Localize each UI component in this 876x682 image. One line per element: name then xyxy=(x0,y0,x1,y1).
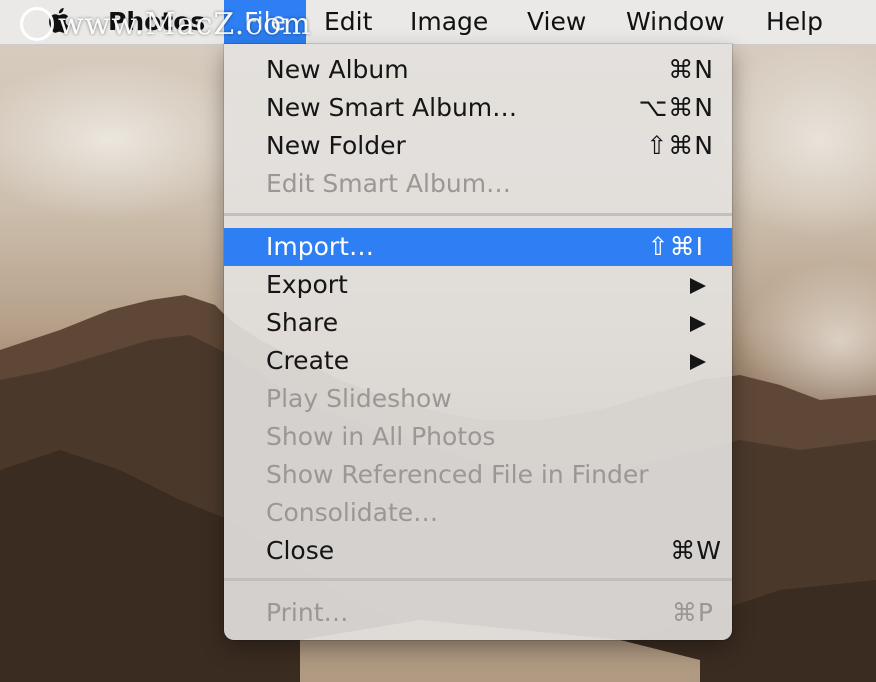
menubar-item-image[interactable]: Image xyxy=(410,0,488,44)
menubar-item-file[interactable]: File xyxy=(224,0,306,44)
menu-item-label: Print… xyxy=(266,598,349,627)
menu-item-show-in-all-photos: Show in All Photos xyxy=(224,418,732,456)
menu-item-shortcut: ⇧⌘I xyxy=(647,232,704,261)
menu-item-show-referenced-file: Show Referenced File in Finder xyxy=(224,456,732,494)
menu-item-edit-smart-album: Edit Smart Album… xyxy=(224,165,732,203)
menu-item-label: New Smart Album… xyxy=(266,93,518,122)
menu-item-play-slideshow: Play Slideshow xyxy=(224,380,732,418)
menu-item-shortcut: ⌘W xyxy=(670,536,722,565)
menu-item-import[interactable]: Import… ⇧⌘I xyxy=(224,228,732,266)
menu-separator xyxy=(224,213,732,216)
menu-item-new-smart-album[interactable]: New Smart Album… ⌥⌘N xyxy=(224,89,732,127)
menu-item-shortcut: ⌘N xyxy=(668,55,714,84)
menu-item-new-folder[interactable]: New Folder ⇧⌘N xyxy=(224,127,732,165)
submenu-arrow-icon xyxy=(690,278,706,294)
menubar-item-window[interactable]: Window xyxy=(626,0,725,44)
desktop-background: Photos File Edit Image View Window Help … xyxy=(0,0,876,682)
menu-item-shortcut: ⌥⌘N xyxy=(638,93,714,122)
menubar-item-edit[interactable]: Edit xyxy=(324,0,372,44)
menu-item-label: Import… xyxy=(266,232,374,261)
menu-item-consolidate: Consolidate… xyxy=(224,494,732,532)
menu-item-export[interactable]: Export xyxy=(224,266,732,304)
file-menu-dropdown: New Album ⌘N New Smart Album… ⌥⌘N New Fo… xyxy=(224,44,732,640)
menu-item-label: Consolidate… xyxy=(266,498,439,527)
menu-item-label: Play Slideshow xyxy=(266,384,452,413)
menu-item-label: Create xyxy=(266,346,350,375)
menu-item-label: Show Referenced File in Finder xyxy=(266,460,649,489)
menubar-app-name[interactable]: Photos xyxy=(108,0,205,44)
menu-item-label: New Album xyxy=(266,55,409,84)
menu-item-label: New Folder xyxy=(266,131,406,160)
menu-item-label: Export xyxy=(266,270,348,299)
menu-item-print: Print… ⌘P xyxy=(224,594,732,632)
menubar-item-help[interactable]: Help xyxy=(766,0,823,44)
menu-item-label: Share xyxy=(266,308,339,337)
menu-item-shortcut: ⌘P xyxy=(671,598,714,627)
menu-item-label: Close xyxy=(266,536,335,565)
menu-item-close[interactable]: Close ⌘W xyxy=(224,532,732,570)
menu-bar: Photos File Edit Image View Window Help xyxy=(0,0,876,45)
menu-item-new-album[interactable]: New Album ⌘N xyxy=(224,51,732,89)
submenu-arrow-icon xyxy=(690,316,706,332)
submenu-arrow-icon xyxy=(690,354,706,370)
menu-item-create[interactable]: Create xyxy=(224,342,732,380)
menubar-item-view[interactable]: View xyxy=(527,0,586,44)
menu-separator xyxy=(224,578,732,581)
apple-logo-icon[interactable] xyxy=(46,4,70,36)
menu-item-share[interactable]: Share xyxy=(224,304,732,342)
menu-item-label: Show in All Photos xyxy=(266,422,496,451)
menu-item-label: Edit Smart Album… xyxy=(266,169,512,198)
menu-item-shortcut: ⇧⌘N xyxy=(646,131,714,160)
